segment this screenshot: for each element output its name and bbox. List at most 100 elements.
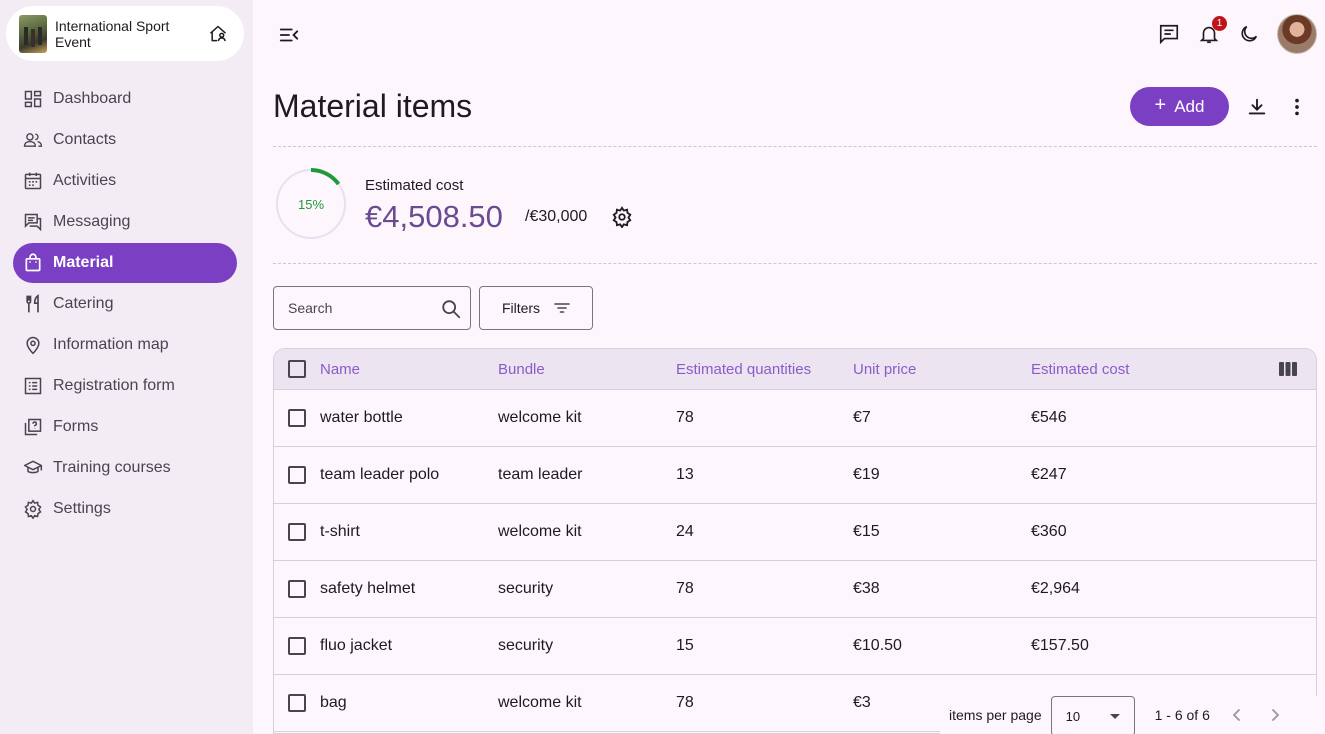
calendar-icon <box>24 172 42 190</box>
sidebar-item-dashboard[interactable]: Dashboard <box>13 79 237 119</box>
sidebar-item-label: Training courses <box>53 459 171 476</box>
sidebar-item-activities[interactable]: Activities <box>13 161 237 201</box>
sidebar-item-label: Catering <box>53 295 114 312</box>
items-per-page-value: 10 <box>1065 708 1081 724</box>
chevron-left-icon <box>1232 709 1240 721</box>
cost-progress-percent: 15% <box>297 197 325 212</box>
event-title: International Sport Event <box>55 17 170 50</box>
plus-icon: + <box>1154 94 1167 116</box>
pagination: items per page 10 1 - 6 of 6 <box>940 696 1317 734</box>
row-checkbox[interactable] <box>288 580 306 598</box>
material-table: Name Bundle Estimated quantities Unit pr… <box>273 348 1317 734</box>
cell-unit-price: €19 <box>853 466 880 483</box>
table-row[interactable]: t-shirt welcome kit 24 €15 €360 <box>274 504 1316 561</box>
table-row[interactable]: safety helmet security 78 €38 €2,964 <box>274 561 1316 618</box>
cell-name: fluo jacket <box>320 637 393 654</box>
sidebar-item-catering[interactable]: Catering <box>13 284 237 324</box>
items-per-page-select[interactable]: 10 <box>1050 696 1135 734</box>
table-row[interactable]: team leader polo team leader 13 €19 €247 <box>274 447 1316 504</box>
chevron-down-icon <box>1109 714 1120 719</box>
column-header-quantities[interactable]: Estimated quantities <box>676 361 853 378</box>
estimated-cost-label: Estimated cost <box>365 177 464 194</box>
row-checkbox[interactable] <box>288 409 306 427</box>
cell-estimated-cost: €546 <box>1031 409 1067 426</box>
table-row[interactable]: fluo jacket security 15 €10.50 €157.50 <box>274 618 1316 675</box>
dark-mode-toggle[interactable] <box>1237 22 1261 46</box>
cell-name: t-shirt <box>320 523 360 540</box>
graduation-cap-icon <box>23 460 43 474</box>
sidebar-item-training-courses[interactable]: Training courses <box>13 448 237 488</box>
dashboard-icon <box>24 90 42 108</box>
row-checkbox[interactable] <box>288 637 306 655</box>
cell-estimated-cost: €247 <box>1031 466 1067 483</box>
sidebar-item-label: Messaging <box>53 213 131 230</box>
divider <box>273 146 1317 147</box>
home-user-icon[interactable] <box>208 24 228 44</box>
next-page-button[interactable] <box>1264 704 1286 726</box>
previous-page-button[interactable] <box>1226 704 1248 726</box>
estimated-cost-value: €4,508.50 <box>365 199 503 234</box>
sidebar-item-registration-form[interactable]: Registration form <box>13 366 237 406</box>
sidebar-item-label: Settings <box>53 500 111 517</box>
cell-quantity: 15 <box>676 637 694 654</box>
cell-unit-price: €7 <box>853 409 871 426</box>
column-header-estimated-cost[interactable]: Estimated cost <box>1031 361 1209 378</box>
sidebar-item-messaging[interactable]: Messaging <box>13 202 237 242</box>
more-vert-icon[interactable] <box>1286 96 1308 118</box>
forms-icon <box>24 418 42 436</box>
sidebar-item-label: Forms <box>53 418 99 435</box>
filters-label: Filters <box>501 300 541 316</box>
divider <box>273 263 1317 264</box>
table-row[interactable]: water bottle welcome kit 78 €7 €546 <box>274 390 1316 447</box>
download-icon[interactable] <box>1246 96 1268 118</box>
column-header-name[interactable]: Name <box>320 361 498 378</box>
sidebar-nav: Dashboard Contacts Activities Messaging … <box>13 79 237 530</box>
collapse-menu-icon[interactable] <box>278 24 300 46</box>
page-title: Material items <box>273 88 473 124</box>
sidebar-item-contacts[interactable]: Contacts <box>13 120 237 160</box>
sidebar-item-label: Dashboard <box>53 90 132 107</box>
list-icon <box>24 377 42 395</box>
add-button-label: Add <box>1174 96 1205 116</box>
event-thumbnail <box>19 14 47 53</box>
search-icon[interactable] <box>440 298 462 320</box>
notification-badge: 1 <box>1212 16 1227 31</box>
budget-value: /€30,000 <box>525 208 588 225</box>
moon-icon <box>1241 25 1258 42</box>
row-checkbox[interactable] <box>288 466 306 484</box>
cell-bundle: security <box>498 580 554 597</box>
budget-settings-icon[interactable] <box>611 206 633 228</box>
cell-unit-price: €38 <box>853 580 880 597</box>
search-input[interactable] <box>288 300 428 316</box>
notifications-button[interactable]: 1 <box>1197 16 1227 46</box>
cell-unit-price: €10.50 <box>853 637 902 654</box>
avatar[interactable] <box>1277 14 1317 54</box>
row-checkbox[interactable] <box>288 523 306 541</box>
cell-estimated-cost: €157.50 <box>1031 637 1089 654</box>
column-header-unit-price[interactable]: Unit price <box>853 361 1031 378</box>
chat-button[interactable] <box>1157 22 1181 46</box>
filters-button[interactable]: Filters <box>479 286 593 330</box>
chat-icon <box>1159 24 1179 45</box>
cell-bundle: welcome kit <box>498 694 582 711</box>
event-switcher[interactable]: International Sport Event <box>6 6 244 61</box>
row-checkbox[interactable] <box>288 694 306 712</box>
sidebar: International Sport Event Dashboard Cont… <box>0 0 253 734</box>
sidebar-item-label: Information map <box>53 336 169 353</box>
sidebar-item-information-map[interactable]: Information map <box>13 325 237 365</box>
chevron-right-icon <box>1271 709 1280 721</box>
add-button[interactable]: + Add <box>1130 87 1229 126</box>
columns-icon[interactable] <box>1278 361 1298 377</box>
cell-name: water bottle <box>320 409 403 426</box>
cell-quantity: 24 <box>676 523 694 540</box>
contacts-icon <box>23 133 43 147</box>
sidebar-item-material[interactable]: Material <box>13 243 237 283</box>
cell-name: bag <box>320 694 347 711</box>
sidebar-item-forms[interactable]: Forms <box>13 407 237 447</box>
map-pin-icon <box>26 336 40 355</box>
select-all-checkbox[interactable] <box>288 360 306 378</box>
cell-bundle: welcome kit <box>498 409 582 426</box>
column-header-bundle[interactable]: Bundle <box>498 361 676 378</box>
cell-quantity: 13 <box>676 466 694 483</box>
sidebar-item-settings[interactable]: Settings <box>13 489 237 529</box>
